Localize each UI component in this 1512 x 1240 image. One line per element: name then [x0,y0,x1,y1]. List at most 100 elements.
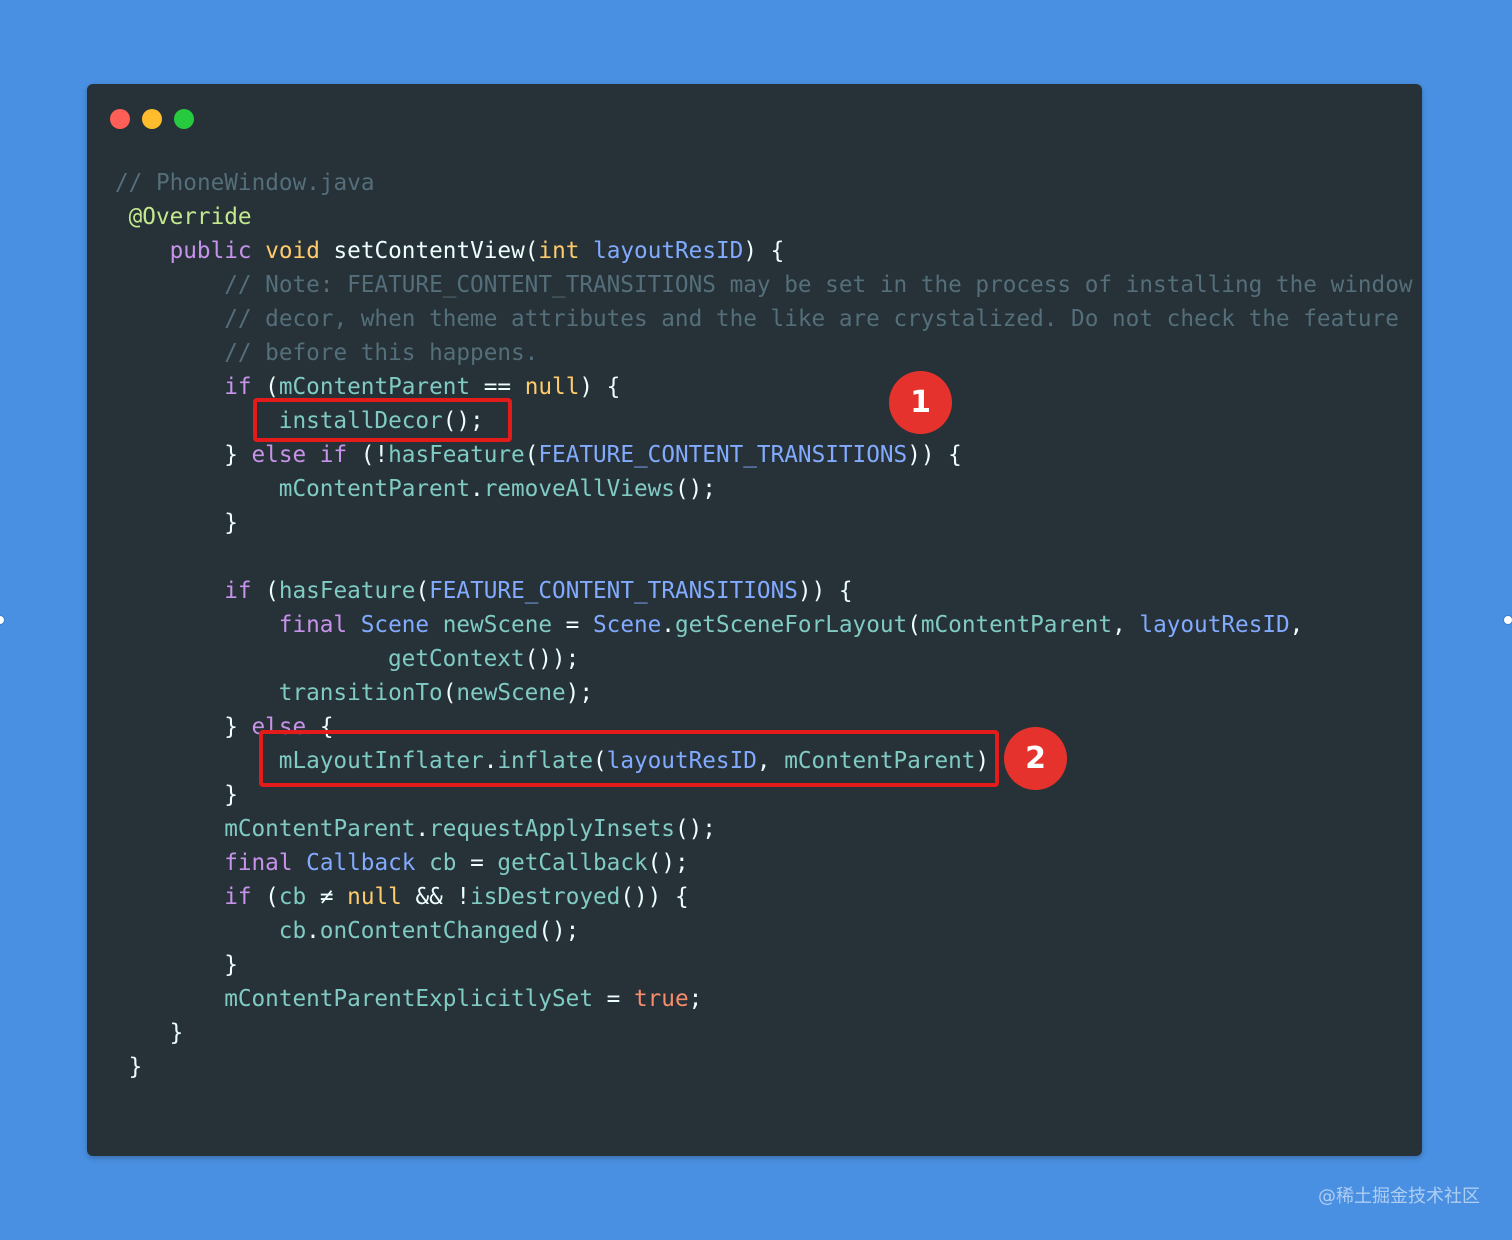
code-token: FEATURE_CONTENT_TRANSITIONS [538,442,908,468]
code-token: if [224,374,266,400]
code-token: ( [265,578,279,604]
code-token: null [347,884,402,910]
code-token: layoutResID [593,238,744,264]
code-line: if (cb ≠ null && !isDestroyed()) { [87,880,1422,914]
code-line: } [87,1050,1422,1084]
code-token: Scene [593,612,662,638]
code-token: ) { [579,374,621,400]
code-token: } [128,1054,143,1080]
resize-handle-left[interactable] [0,615,5,625]
code-token: ( [415,578,430,604]
close-dot-icon[interactable] [110,109,130,129]
code-token: // decor, when theme attributes and the … [224,306,1399,332]
code-line: mContentParent.removeAllViews(); [87,472,1422,506]
maximize-dot-icon[interactable] [174,109,194,129]
code-token: getCallback [497,850,648,876]
code-token: . [661,612,675,638]
code-token: hasFeature [388,442,525,468]
code-token: ( [265,884,279,910]
code-line: cb.onContentChanged(); [87,914,1422,948]
code-token: } [169,1020,184,1046]
code-line: final Scene newScene = Scene.getSceneFor… [87,608,1422,642]
code-line: } [87,1016,1422,1050]
code-token: mContentParent [920,612,1113,638]
code-token: . [415,816,430,842]
code-token: ); [565,680,593,706]
code-token: ) { [743,238,785,264]
code-token: = [592,986,634,1012]
code-token: FEATURE_CONTENT_TRANSITIONS [429,578,798,604]
code-token: cb [429,850,457,876]
code-block: // PhoneWindow.java @Override public void … [87,166,1422,1084]
code-token: ( [524,238,539,264]
code-token: } [224,442,252,468]
code-token: ( [265,374,279,400]
code-token: onContentChanged [319,918,539,944]
code-token: } [224,952,238,978]
code-token: else if [251,442,361,468]
traffic-lights [110,109,194,129]
code-token: newScene [442,612,553,638]
code-token: , [1289,612,1304,638]
code-token: null [524,374,580,400]
code-token: ≠ [306,884,348,910]
code-token: requestApplyInsets [429,816,675,842]
code-token: . [470,476,484,502]
code-line: // before this happens. [87,336,1422,370]
code-token: true [633,986,689,1012]
code-token: . [306,918,320,944]
code-token: int [538,238,594,264]
code-token: ( [524,442,539,468]
code-token: } [224,782,238,808]
code-token: ( [907,612,921,638]
code-line: transitionTo(newScene); [87,676,1422,710]
code-token: } [224,510,238,536]
code-token: getSceneForLayout [674,612,908,638]
highlight-box-1 [253,398,512,442]
code-token: final [224,850,307,876]
code-token: ( [442,680,457,706]
code-token: } [224,714,252,740]
code-token: @Override [128,204,252,230]
highlight-box-2 [259,730,999,787]
code-line: if (hasFeature(FEATURE_CONTENT_TRANSITIO… [87,574,1422,608]
code-token: (); [538,918,580,944]
code-token: hasFeature [278,578,416,604]
code-line: public void setContentView(int layoutRes… [87,234,1422,268]
code-token: if [224,578,266,604]
code-token: public [169,238,266,264]
annotation-badge-2: 2 [1004,727,1067,790]
code-token: mContentParentExplicitlySet [224,986,593,1012]
code-line: // Note: FEATURE_CONTENT_TRANSITIONS may… [87,268,1422,302]
code-line: @Override [87,200,1422,234]
code-token: ; [688,986,703,1012]
code-token: // PhoneWindow.java [115,170,375,196]
code-token: (! [360,442,389,468]
code-token: (); [674,816,716,842]
code-token: if [224,884,266,910]
code-line: } [87,506,1422,540]
code-line: mContentParent.requestApplyInsets(); [87,812,1422,846]
watermark: @稀土掘金技术社区 [1318,1186,1480,1207]
code-token: Callback [306,850,430,876]
code-token: = [552,612,593,638]
code-token: , [1112,612,1140,638]
code-line: final Callback cb = getCallback(); [87,846,1422,880]
code-token: newScene [456,680,566,706]
code-token: )) { [797,578,853,604]
code-token: final [278,612,361,638]
code-line: // decor, when theme attributes and the … [87,302,1422,336]
code-token: = [456,850,498,876]
code-token: // before this happens. [224,340,539,366]
resize-handle-right[interactable] [1503,615,1512,625]
code-line: // PhoneWindow.java [87,166,1422,200]
code-token: setContentView [333,238,525,264]
code-token: cb [278,918,307,944]
code-line: getContext()); [87,642,1422,676]
minimize-dot-icon[interactable] [142,109,162,129]
code-token: == [470,374,525,400]
code-token: removeAllViews [483,476,675,502]
code-window: // PhoneWindow.java @Override public void … [87,84,1422,1156]
code-token: // Note: FEATURE_CONTENT_TRANSITIONS may… [224,272,1413,298]
